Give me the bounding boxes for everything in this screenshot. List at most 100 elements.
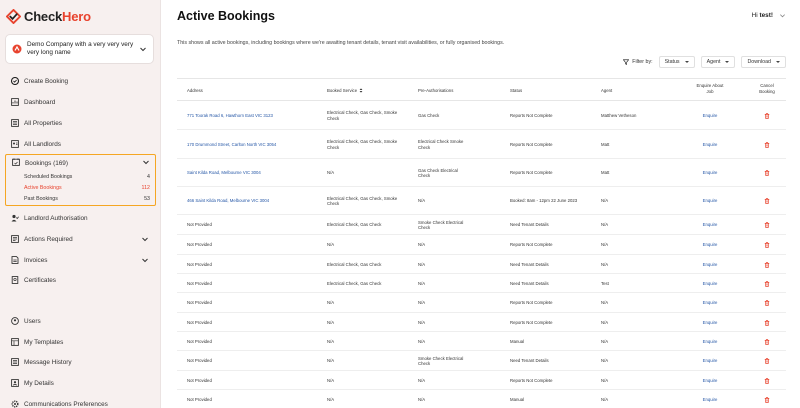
company-logo-icon — [12, 44, 22, 54]
sidebar: CheckHero Demo Company with a very very … — [0, 0, 161, 408]
cell-address: Not Provided — [187, 261, 212, 267]
cell-address[interactable]: Saint Kilda Road, Melbourne VIC 3004 — [187, 170, 323, 176]
cell-address[interactable]: 170 Drummond Street, Carlton North VIC 3… — [187, 142, 323, 148]
table-row: Not Provided Electrical Check, Gas Check N… — [177, 255, 786, 274]
enquire-link[interactable]: Enquire — [682, 300, 738, 306]
agent-filter-dropdown[interactable]: Agent — [700, 56, 736, 68]
table-row: Not Provided Electrical Check, Gas Check N… — [177, 274, 786, 293]
download-dropdown[interactable]: Download — [741, 56, 786, 68]
nav-landlord-authorisation[interactable]: Landlord Authorisation — [0, 210, 160, 226]
filter-label: Filter by: — [623, 59, 653, 65]
company-selector[interactable]: Demo Company with a very very very very … — [5, 34, 154, 64]
cell-address[interactable]: 466 Saint Kilda Road, Melbourne VIC 3004 — [187, 198, 323, 204]
trash-icon[interactable] — [764, 198, 770, 204]
cell-status: Manual — [510, 396, 525, 402]
nav-dashboard[interactable]: Dashboard — [0, 94, 160, 110]
enquire-link[interactable]: Enquire — [682, 358, 738, 364]
enquire-link[interactable]: Enquire — [682, 113, 738, 119]
trash-icon[interactable] — [764, 338, 770, 345]
trash-icon[interactable] — [764, 141, 770, 148]
cell-status: Need Tenant Details — [510, 261, 549, 267]
nav-all-landlords[interactable]: All Landlords — [0, 136, 160, 152]
col-booked-service[interactable]: Booked Service — [327, 88, 363, 93]
cell-pre-authorisations: Smoke Check Electrical Check — [418, 355, 464, 367]
nav-actions-required[interactable]: Actions Required — [0, 231, 160, 247]
certificates-icon — [11, 276, 19, 284]
trash-icon[interactable] — [764, 261, 770, 268]
trash-icon[interactable] — [764, 319, 770, 326]
enquire-link[interactable]: Enquire — [682, 320, 738, 326]
trash-icon[interactable] — [764, 396, 770, 403]
cell-pre-authorisations: N/A — [418, 300, 426, 305]
enquire-link[interactable]: Enquire — [682, 339, 738, 345]
cell-agent: N/A — [601, 319, 609, 325]
enquire-link[interactable]: Enquire — [682, 397, 738, 403]
enquire-link[interactable]: Enquire — [682, 222, 738, 228]
checkhero-logo[interactable]: CheckHero — [6, 8, 91, 24]
trash-icon[interactable] — [764, 377, 770, 384]
enquire-link[interactable]: Enquire — [682, 170, 738, 176]
bookings-section: Bookings (169) Scheduled Bookings 4 Acti… — [5, 154, 156, 206]
nav-bookings[interactable]: Bookings (169) — [12, 158, 152, 168]
cell-booked-service: N/A — [327, 396, 335, 402]
nav-scheduled-bookings[interactable]: Scheduled Bookings 4 — [24, 174, 150, 180]
nav-certificates-label: Certificates — [24, 276, 56, 284]
nav-my-details[interactable]: My Details — [0, 375, 160, 391]
cell-booked-service: N/A — [327, 170, 335, 175]
nav-active-bookings[interactable]: Active Bookings 112 — [24, 185, 150, 191]
nav-certificates[interactable]: Certificates — [0, 272, 160, 288]
cell-booked-service: N/A — [327, 300, 335, 305]
cell-address[interactable]: 771 Toorak Road 6, Hawthorn East VIC 312… — [187, 113, 323, 119]
status-filter-dropdown[interactable]: Status — [658, 56, 695, 68]
nav-bookings-label: Bookings (169) — [25, 159, 68, 167]
nav-past-bookings[interactable]: Past Bookings 53 — [24, 196, 150, 202]
nav-invoices[interactable]: Invoices — [0, 252, 160, 268]
cell-booked-service: Electrical Check, Gas Check, Smoke Check — [327, 195, 398, 207]
enquire-link[interactable]: Enquire — [682, 378, 738, 384]
cell-agent: Matt — [601, 141, 610, 147]
active-bookings-label: Active Bookings — [24, 185, 62, 191]
cell-pre-authorisations: Smoke Check Electrical Check — [418, 219, 464, 231]
enquire-link[interactable]: Enquire — [682, 198, 738, 204]
user-menu[interactable]: Hi test! — [752, 12, 786, 19]
cell-pre-authorisations: N/A — [418, 377, 426, 383]
caret-down-icon — [725, 61, 730, 63]
nav-create-booking[interactable]: Create Booking — [0, 73, 160, 89]
trash-icon[interactable] — [764, 170, 770, 176]
enquire-link[interactable]: Enquire — [682, 262, 738, 268]
nav-my-details-label: My Details — [24, 379, 54, 387]
trash-icon[interactable] — [764, 222, 770, 228]
cell-address: Not Provided — [187, 319, 212, 325]
trash-icon[interactable] — [764, 358, 770, 364]
bookings-icon — [12, 158, 20, 168]
cell-status: Manual — [510, 338, 525, 344]
nav-all-properties[interactable]: All Properties — [0, 115, 160, 131]
cell-address: Not Provided — [187, 300, 212, 305]
table-row: 170 Drummond Street, Carlton North VIC 3… — [177, 130, 786, 159]
nav-create-booking-label: Create Booking — [24, 77, 69, 85]
trash-icon[interactable] — [764, 280, 770, 287]
nav-message-history[interactable]: Message History — [0, 354, 160, 370]
nav-message-history-label: Message History — [24, 358, 72, 366]
enquire-link[interactable]: Enquire — [682, 142, 738, 148]
dashboard-icon — [11, 98, 19, 106]
cell-agent: N/A — [601, 300, 609, 305]
trash-icon[interactable] — [764, 242, 770, 248]
nav-communications-preferences[interactable]: Communications Preferences — [0, 396, 160, 408]
invoices-icon — [11, 256, 19, 264]
sort-icon — [359, 88, 363, 93]
filter-icon — [623, 59, 630, 65]
nav-my-templates[interactable]: My Templates — [0, 334, 160, 350]
templates-icon — [11, 338, 19, 346]
bookings-table: Address Booked Service Pre-Authorisation… — [177, 78, 786, 403]
nav-users[interactable]: Users — [0, 313, 160, 329]
trash-icon[interactable] — [764, 300, 770, 306]
table-row: Not Provided N/A N/A Manual N/A Enquire — [177, 390, 786, 408]
enquire-link[interactable]: Enquire — [682, 281, 738, 287]
cell-status: Need Tenant Details — [510, 280, 549, 286]
cell-address: Not Provided — [187, 358, 212, 363]
trash-icon[interactable] — [764, 112, 770, 119]
nav-users-label: Users — [24, 317, 41, 325]
enquire-link[interactable]: Enquire — [682, 242, 738, 248]
table-row: Not Provided Electrical Check, Gas Check S… — [177, 215, 786, 235]
